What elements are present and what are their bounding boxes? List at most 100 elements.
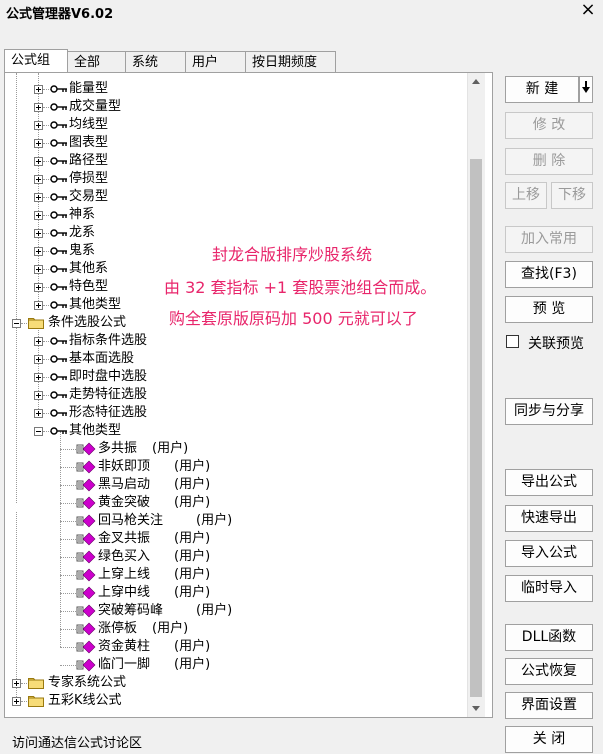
expand-icon[interactable] [12,697,21,706]
delete-button[interactable]: 删 除 [505,148,593,175]
expand-icon[interactable] [34,283,43,292]
user-formula-icon [76,478,96,492]
expand-icon[interactable] [34,121,43,130]
dll-function-button[interactable]: DLL函数 [505,624,593,651]
scroll-down-button[interactable] [468,700,485,717]
quick-export-button[interactable]: 快速导出 [505,505,593,532]
tree-group[interactable]: 专家系统公式 [5,674,465,692]
tab-formula-group[interactable]: 公式组 [4,49,68,72]
formula-restore-button[interactable]: 公式恢复 [505,658,593,685]
user-tag-label: (用户) [152,621,189,636]
formula-key-icon [50,244,68,258]
tree-leaf-formula[interactable]: 金叉共振 (用户) [5,530,465,548]
expand-icon[interactable] [34,85,43,94]
tree-node[interactable]: 走势特征选股 [5,386,465,404]
tree-node[interactable]: 交易型 [5,188,465,206]
preview-button[interactable]: 预 览 [505,296,593,323]
tree-leaf-formula[interactable]: 黄金突破 (用户) [5,494,465,512]
tree-node[interactable]: 其他类型 [5,422,465,440]
modify-button[interactable]: 修 改 [505,112,593,139]
formula-key-icon [50,370,68,384]
tab-by-date-frequency[interactable]: 按日期频度 [246,51,336,72]
new-button[interactable]: 新 建 [505,76,579,103]
tree-node[interactable]: 成交量型 [5,98,465,116]
expand-icon[interactable] [12,679,21,688]
move-up-button[interactable]: 上移 [505,182,547,209]
tree-leaf-formula[interactable]: 涨停板 (用户) [5,620,465,638]
tree-leaf-formula[interactable]: 回马枪关注 (用户) [5,512,465,530]
tab-system[interactable]: 系统 [126,51,186,72]
import-formula-button[interactable]: 导入公式 [505,540,593,567]
collapse-icon[interactable] [12,319,21,328]
move-down-button[interactable]: 下移 [551,182,593,209]
tree-node[interactable]: 图表型 [5,134,465,152]
tree-leaf-formula[interactable]: 非妖即顶 (用户) [5,458,465,476]
find-button[interactable]: 查找(F3) [505,261,593,288]
user-formula-icon [76,550,96,564]
formula-key-icon [50,226,68,240]
formula-tree[interactable]: 能量型 成交量型 均线型 图表型 路径型 停损型 交易型 神系 龙系 鬼系 其他系 特色型 其他类型 条件… [5,73,467,717]
tree-node[interactable]: 指标条件选股 [5,332,465,350]
formula-key-icon [50,136,68,150]
add-common-button[interactable]: 加入常用 [505,226,593,253]
tree-leaf-formula[interactable]: 上穿上线 (用户) [5,566,465,584]
vertical-scrollbar[interactable] [467,73,485,717]
expand-icon[interactable] [34,211,43,220]
tree-node[interactable]: 均线型 [5,116,465,134]
tree-node[interactable]: 即时盘中选股 [5,368,465,386]
expand-icon[interactable] [34,373,43,382]
tree-node[interactable]: 路径型 [5,152,465,170]
tab-all[interactable]: 全部 [68,51,126,72]
tree-node[interactable]: 基本面选股 [5,350,465,368]
tree-leaf-formula[interactable]: 临门一脚 (用户) [5,656,465,674]
expand-icon[interactable] [34,265,43,274]
sync-share-button[interactable]: 同步与分享 [505,398,593,425]
tree-leaf-formula[interactable]: 多共振 (用户) [5,440,465,458]
tree-node[interactable]: 神系 [5,206,465,224]
tree-leaf-formula[interactable]: 资金黄柱 (用户) [5,638,465,656]
new-dropdown-arrow-icon[interactable] [579,76,593,103]
expand-icon[interactable] [34,229,43,238]
tree-node-label: 上穿上线 [98,567,151,582]
export-formula-button[interactable]: 导出公式 [505,469,593,496]
close-window-icon[interactable]: × [579,0,597,20]
tree-leaf-formula[interactable]: 黑马启动 (用户) [5,476,465,494]
tree-node-label: 资金黄柱 [98,639,151,654]
tree-node-label: 其他类型 [69,297,122,312]
collapse-icon[interactable] [34,427,43,436]
tree-leaf-formula[interactable]: 上穿中线 (用户) [5,584,465,602]
temp-import-button[interactable]: 临时导入 [505,575,593,602]
tree-node-label: 突破筹码峰 [98,603,164,618]
expand-icon[interactable] [34,301,43,310]
overlay-line-1: 封龙合版排序炒股系统 [212,245,373,264]
linked-preview-checkbox[interactable] [506,335,519,348]
expand-icon[interactable] [34,391,43,400]
scroll-thumb[interactable] [470,159,482,697]
tree-node[interactable]: 能量型 [5,80,465,98]
scroll-up-button[interactable] [468,73,485,90]
formula-key-icon [50,280,68,294]
close-button[interactable]: 关 闭 [505,726,593,753]
expand-icon[interactable] [34,193,43,202]
expand-icon[interactable] [34,103,43,112]
user-tag-label: (用户) [174,567,211,582]
forum-link[interactable]: 访问通达信公式讨论区 [12,732,142,751]
ui-settings-button[interactable]: 界面设置 [505,692,593,719]
expand-icon[interactable] [34,139,43,148]
tree-node[interactable]: 龙系 [5,224,465,242]
expand-icon[interactable] [34,409,43,418]
tree-node[interactable]: 形态特征选股 [5,404,465,422]
expand-icon[interactable] [34,157,43,166]
tree-leaf-formula[interactable]: 绿色买入 (用户) [5,548,465,566]
expand-icon[interactable] [34,175,43,184]
user-formula-icon [76,514,96,528]
tree-leaf-formula[interactable]: 突破筹码峰 (用户) [5,602,465,620]
tree-group[interactable]: 五彩K线公式 [5,692,465,710]
tree-node[interactable]: 停损型 [5,170,465,188]
tab-user[interactable]: 用户 [186,51,246,72]
expand-icon[interactable] [34,355,43,364]
user-tag-label: (用户) [174,459,211,474]
expand-icon[interactable] [34,337,43,346]
tree-node-label: 非妖即顶 [98,459,151,474]
expand-icon[interactable] [34,247,43,256]
